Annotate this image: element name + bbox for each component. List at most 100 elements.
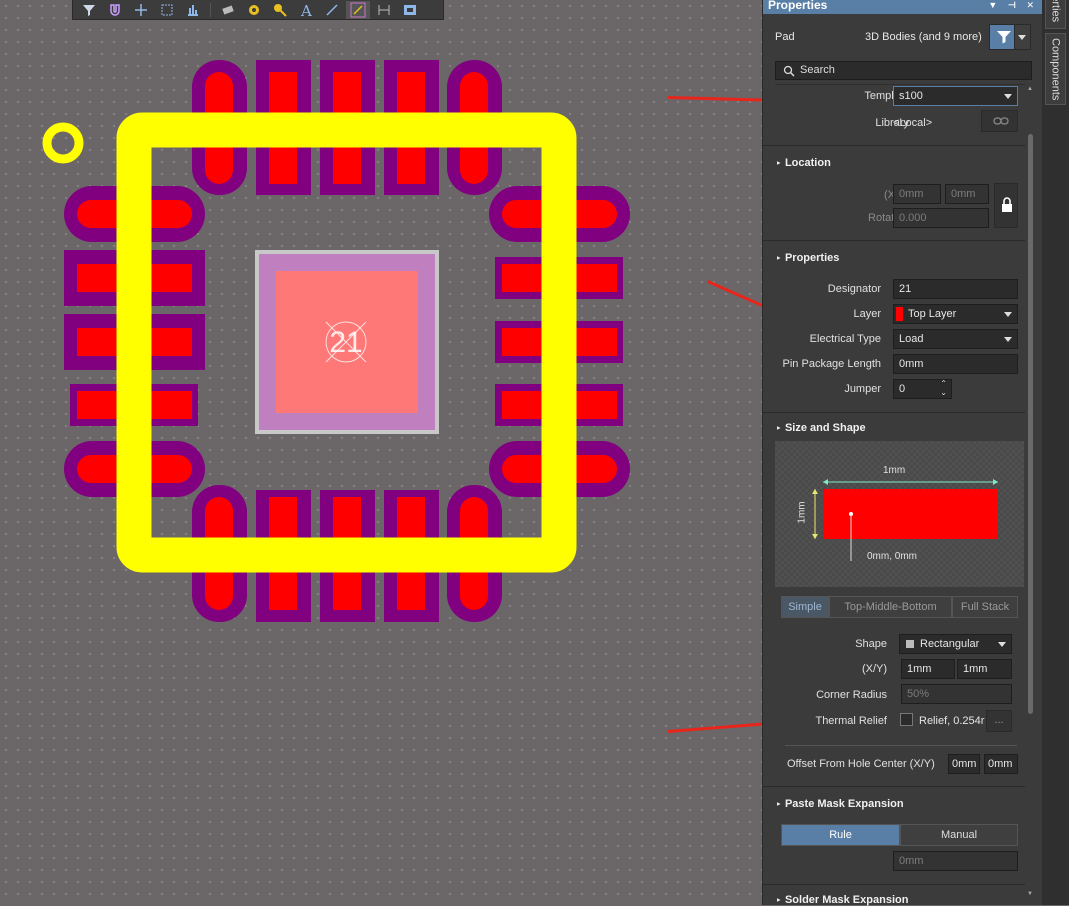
pin-package-length-label: Pin Package Length — [782, 358, 881, 370]
via-icon[interactable] — [268, 1, 292, 19]
chevron-down-icon — [1004, 312, 1012, 317]
pin1-marker — [42, 122, 84, 164]
size-y-input[interactable]: 1mm — [957, 659, 1012, 679]
location-section-header[interactable]: Location — [775, 157, 831, 169]
spinner-arrows-icon[interactable]: ⌃ ⌄ — [940, 379, 947, 397]
properties-panel: Properties ▼ ⊣ ✕ Pad 3D Bodies (and 9 mo… — [762, 0, 1042, 906]
thermal-relief-more-button[interactable]: ... — [986, 710, 1012, 732]
pin-package-length-input[interactable]: 0mm — [893, 354, 1018, 374]
template-value: s100 — [899, 90, 923, 102]
lock-icon — [1002, 197, 1012, 212]
tab-components-side[interactable]: Components — [1045, 33, 1066, 105]
jumper-label: Jumper — [844, 383, 881, 395]
pad-icon[interactable] — [242, 1, 266, 19]
route-icon[interactable] — [346, 0, 370, 19]
panel-title-text: Properties — [768, 0, 828, 12]
side-tab-strip: Properties Components — [1042, 0, 1069, 905]
offset-x-input[interactable]: 0mm — [948, 754, 980, 774]
pad-shape-preview: 1mm 1mm 0mm, 0mm — [775, 441, 1024, 587]
side-tab-label: Properties — [1050, 0, 1062, 22]
panel-scrollbar[interactable]: ▲ ▼ — [1025, 86, 1035, 901]
library-value: <Local> — [893, 117, 933, 129]
align-icon[interactable] — [181, 1, 205, 19]
shape-square-icon — [906, 640, 914, 648]
electrical-type-value: Load — [899, 333, 924, 345]
template-label: Template — [864, 90, 909, 102]
thermal-relief-checkbox[interactable] — [900, 713, 913, 726]
chevron-down-icon — [1004, 337, 1012, 342]
toolbar-separator — [210, 2, 211, 17]
filter-icon[interactable] — [77, 1, 101, 19]
rotation-input[interactable]: 0.000 — [893, 208, 989, 228]
size-x-input[interactable]: 1mm — [901, 659, 955, 679]
chevron-down-icon — [998, 642, 1006, 647]
search-icon — [783, 65, 795, 77]
paste-mask-value-input[interactable]: 0mm — [893, 851, 1018, 871]
tab-simple[interactable]: Simple — [781, 596, 829, 618]
line-icon[interactable] — [320, 1, 344, 19]
scroll-up-icon[interactable]: ▲ — [1027, 86, 1033, 92]
corner-radius-label: Corner Radius — [816, 689, 887, 701]
tab-top-middle-bottom[interactable]: Top-Middle-Bottom — [829, 596, 952, 618]
template-dropdown[interactable]: s100 — [893, 86, 1018, 106]
search-placeholder: Search — [800, 64, 835, 76]
designator-label: Designator — [827, 283, 881, 295]
corner-radius-input[interactable]: 50% — [901, 684, 1012, 704]
shape-value: Rectangular — [920, 638, 980, 650]
shape-label: Shape — [855, 638, 887, 650]
thermal-relief-value: Relief, 0.254r — [919, 715, 985, 727]
preview-width-label: 1mm — [883, 465, 906, 476]
location-x-input[interactable]: 0mm — [893, 184, 941, 204]
library-label: Library — [875, 117, 909, 129]
jumper-spinner[interactable]: 0 ⌃ ⌄ — [893, 379, 952, 399]
pad-designator-label: 21 — [329, 326, 363, 359]
offset-y-input[interactable]: 0mm — [984, 754, 1018, 774]
layer-dropdown[interactable]: Top Layer — [893, 304, 1018, 324]
scroll-thumb[interactable] — [1028, 134, 1033, 714]
paste-mask-manual-button[interactable]: Manual — [900, 824, 1018, 846]
thermal-relief-label: Thermal Relief — [815, 715, 887, 727]
layer-value: Top Layer — [908, 308, 957, 320]
svg-text:A: A — [300, 2, 312, 18]
place-region-icon[interactable] — [398, 1, 422, 19]
object-type-label: Pad — [775, 31, 795, 43]
size-shape-section-header[interactable]: Size and Shape — [775, 422, 866, 434]
designator-input[interactable]: 21 — [893, 279, 1018, 299]
filter-button[interactable] — [989, 24, 1031, 50]
paste-mask-rule-button[interactable]: Rule — [781, 824, 900, 846]
select-rect-icon[interactable] — [155, 1, 179, 19]
rotation-label: Rotation — [868, 212, 909, 224]
shape-dropdown[interactable]: Rectangular — [899, 634, 1012, 654]
layer-color-swatch — [896, 307, 903, 321]
dimension-icon[interactable] — [372, 1, 396, 19]
location-xy-label: (X/Y) — [783, 189, 909, 201]
snap-magnet-icon[interactable] — [103, 1, 127, 19]
properties-section-header[interactable]: Properties — [775, 252, 839, 264]
text-icon[interactable]: A — [294, 1, 318, 19]
chevron-down-icon — [1004, 94, 1012, 99]
filter-icon — [997, 31, 1011, 44]
panel-title: Properties ▼ ⊣ ✕ — [763, 0, 1042, 14]
lock-button[interactable] — [994, 183, 1018, 228]
scroll-down-icon[interactable]: ▼ — [1027, 891, 1033, 897]
link-icon — [993, 117, 1009, 125]
preview-height-label: 1mm — [796, 501, 808, 524]
location-y-input[interactable]: 0mm — [945, 184, 989, 204]
side-tab-label: Components — [1049, 37, 1062, 101]
offset-label: Offset From Hole Center (X/Y) — [787, 758, 935, 770]
solder-mask-section-header[interactable]: Solder Mask Expansion — [775, 894, 908, 906]
preview-origin-label: 0mm, 0mm — [867, 551, 917, 562]
electrical-type-dropdown[interactable]: Load — [893, 329, 1018, 349]
tab-properties-side[interactable]: Properties — [1045, 0, 1066, 29]
electrical-type-label: Electrical Type — [809, 333, 881, 345]
active-bar-toolbar: A — [72, 0, 444, 20]
jumper-value: 0 — [899, 383, 906, 395]
crosshair-icon[interactable] — [129, 1, 153, 19]
pcb-canvas[interactable]: 21 — [0, 0, 762, 905]
tab-full-stack[interactable]: Full Stack — [952, 596, 1018, 618]
panel-window-controls[interactable]: ▼ ⊣ ✕ — [988, 0, 1038, 10]
component-icon[interactable] — [216, 1, 240, 19]
search-input[interactable]: Search — [775, 61, 1032, 80]
link-button[interactable] — [981, 110, 1018, 132]
paste-mask-section-header[interactable]: Paste Mask Expansion — [775, 798, 904, 810]
